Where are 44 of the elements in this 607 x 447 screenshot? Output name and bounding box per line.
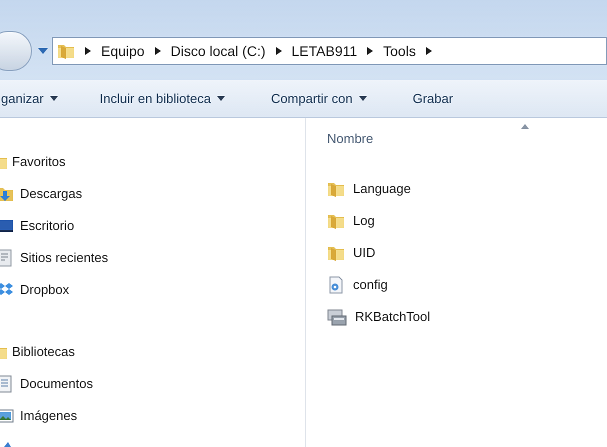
desktop-icon [0, 217, 14, 235]
nav-item[interactable]: Imágenes [0, 400, 305, 432]
nav-item[interactable]: Descargas [0, 178, 305, 210]
dropdown-caret-icon [358, 96, 367, 101]
nav-item[interactable]: Dropbox [0, 274, 305, 306]
chevron-right-icon [154, 47, 161, 55]
breadcrumb[interactable]: Tools [383, 40, 416, 62]
application-icon [327, 308, 347, 326]
nav-item[interactable]: Escritorio [0, 210, 305, 242]
column-header[interactable]: Nombre [327, 129, 374, 149]
chevron-right-icon [367, 47, 374, 55]
sort-caret-icon [521, 124, 529, 129]
nav-item[interactable]: Sitios recientes [0, 242, 305, 274]
dropdown-caret-icon[interactable] [38, 48, 48, 54]
toolbar-button[interactable]: Compartir con [270, 88, 367, 108]
chevron-right-icon [85, 47, 91, 55]
address-bar[interactable]: Equipo Disco local (C:) LETAB911 Tools [52, 37, 607, 65]
back-button[interactable] [0, 31, 32, 71]
downloads-folder-icon [0, 185, 14, 203]
folder-icon [327, 244, 345, 262]
settings-file-icon [327, 276, 345, 294]
breadcrumb[interactable]: Disco local (C:) [170, 40, 266, 62]
nav-item[interactable]: Documentos [0, 368, 305, 400]
documents-icon [0, 375, 14, 393]
file-item[interactable]: Language [327, 173, 607, 205]
file-item[interactable]: config [327, 269, 607, 301]
folder-icon [57, 42, 75, 60]
breadcrumb[interactable]: LETAB911 [292, 40, 358, 62]
file-item[interactable]: RKBatchTool [327, 301, 607, 333]
folder-icon [327, 212, 345, 230]
folder-icon [327, 180, 345, 198]
nav-group-heading[interactable]: Bibliotecas [12, 342, 75, 362]
dropdown-caret-icon [50, 96, 58, 101]
file-item[interactable]: UID [327, 237, 607, 269]
toolbar-button[interactable]: Incluir en biblioteca [100, 88, 225, 108]
toolbar-button[interactable]: ganizar [1, 88, 58, 108]
nav-group-heading[interactable]: Favoritos [12, 152, 66, 172]
dropdown-caret-icon [216, 96, 225, 101]
toolbar-button[interactable]: Grabar [412, 88, 454, 108]
chevron-right-icon [426, 47, 432, 55]
file-item[interactable]: Log [327, 205, 607, 237]
breadcrumb[interactable]: Equipo [101, 40, 145, 62]
chevron-right-icon [276, 47, 282, 55]
recent-places-icon [0, 249, 14, 267]
